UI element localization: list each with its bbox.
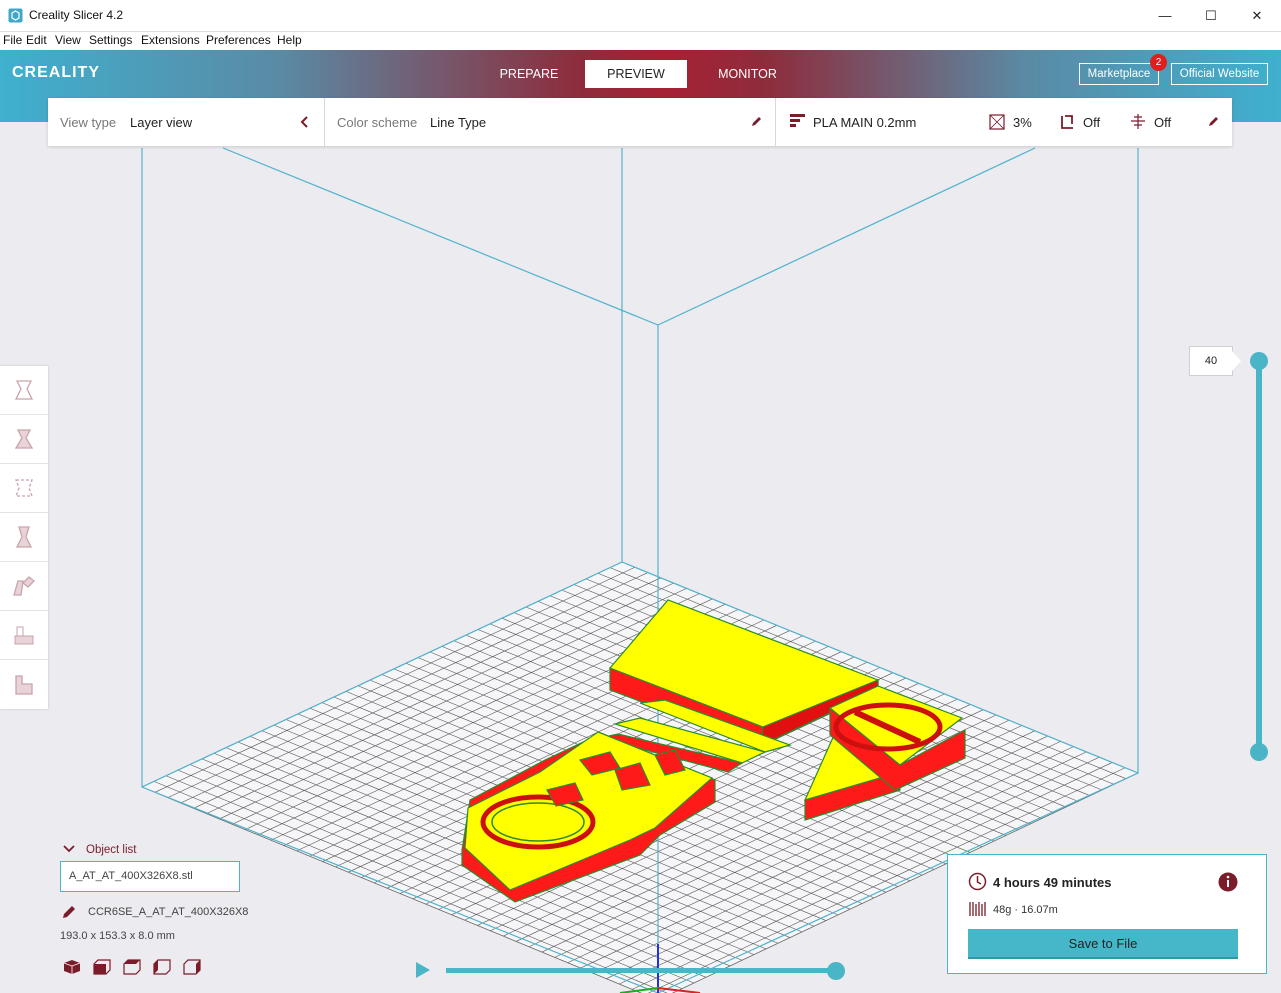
object-dimensions: 193.0 x 153.3 x 8.0 mm xyxy=(60,930,175,942)
divider xyxy=(775,98,776,146)
play-icon[interactable] xyxy=(416,962,430,978)
layer-slider-track[interactable] xyxy=(1256,360,1262,752)
layer-pointer xyxy=(1232,351,1241,371)
print-summary-card: 4 hours 49 minutes 48g · 16.07m Save to … xyxy=(947,854,1267,974)
minimize-icon: — xyxy=(1158,8,1172,23)
creality-logo: CREALITY xyxy=(12,64,100,81)
support-blocker-icon[interactable] xyxy=(0,611,48,660)
infill-value[interactable]: 3% xyxy=(1013,115,1032,130)
menu-edit[interactable]: Edit xyxy=(26,33,47,47)
tab-monitor[interactable]: MONITOR xyxy=(695,60,800,88)
support-icon xyxy=(1061,115,1073,129)
layer-stack-icon[interactable] xyxy=(0,660,48,709)
left-view-icon[interactable] xyxy=(0,464,48,513)
3d-view-icon[interactable] xyxy=(63,959,81,975)
maximize-icon: ☐ xyxy=(1205,7,1217,23)
top-view-icon[interactable] xyxy=(0,415,48,464)
close-icon: ✕ xyxy=(1251,7,1263,23)
path-slider-handle[interactable] xyxy=(827,962,845,980)
support-value[interactable]: Off xyxy=(1083,115,1100,130)
adhesion-icon xyxy=(1131,114,1145,129)
layer-slider-bottom-handle[interactable] xyxy=(1250,743,1268,761)
save-to-file-button[interactable]: Save to File xyxy=(968,929,1238,959)
clock-icon xyxy=(968,872,987,891)
left-camera-icon[interactable] xyxy=(153,959,171,975)
chevron-left-icon[interactable] xyxy=(300,116,310,128)
menu-preferences[interactable]: Preferences xyxy=(206,33,271,47)
filament-icon xyxy=(969,902,986,916)
minimize-button[interactable]: — xyxy=(1142,0,1188,31)
path-slider-track[interactable] xyxy=(446,968,838,973)
object-list-panel: Object list A_AT_AT_400X326X8.stl CCR6SE… xyxy=(60,842,320,982)
pencil-icon[interactable] xyxy=(62,905,76,919)
layer-slider-top-handle[interactable] xyxy=(1250,352,1268,370)
infill-icon xyxy=(989,114,1005,130)
menu-bar: File Edit View Settings Extensions Prefe… xyxy=(0,32,1281,50)
app-icon xyxy=(8,8,23,23)
tab-prepare[interactable]: PREPARE xyxy=(475,60,583,88)
left-tool-column xyxy=(0,366,48,709)
adhesion-value[interactable]: Off xyxy=(1154,115,1171,130)
window-title: Creality Slicer 4.2 xyxy=(29,8,124,22)
view-type-select[interactable]: Layer view xyxy=(130,115,192,130)
front-view-icon[interactable] xyxy=(0,366,48,415)
maximize-button[interactable]: ☐ xyxy=(1188,0,1234,31)
marketplace-button[interactable]: Marketplace xyxy=(1079,63,1159,85)
menu-file[interactable]: File xyxy=(3,33,22,47)
top-camera-icon[interactable] xyxy=(123,959,141,975)
material-usage: 48g · 16.07m xyxy=(993,904,1058,916)
print-profile-selector[interactable]: PLA MAIN 0.2mm xyxy=(813,115,916,130)
view-settings-toolbar: View type Layer view Color scheme Line T… xyxy=(48,98,1232,146)
front-camera-icon[interactable] xyxy=(93,959,111,975)
object-file-entry[interactable]: A_AT_AT_400X326X8.stl xyxy=(60,861,240,892)
job-name[interactable]: CCR6SE_A_AT_AT_400X326X8 xyxy=(88,906,248,918)
pencil-icon[interactable] xyxy=(750,116,762,128)
menu-help[interactable]: Help xyxy=(277,33,302,47)
divider xyxy=(324,98,325,146)
tab-preview[interactable]: PREVIEW xyxy=(585,60,687,88)
object-list-header[interactable]: Object list xyxy=(86,844,137,856)
current-layer-input[interactable]: 40 xyxy=(1189,346,1233,376)
color-scheme-label: Color scheme xyxy=(337,115,418,130)
per-model-settings-icon[interactable] xyxy=(0,562,48,611)
menu-view[interactable]: View xyxy=(55,33,81,47)
official-website-button[interactable]: Official Website xyxy=(1171,63,1268,85)
marketplace-badge: 2 xyxy=(1150,54,1167,71)
print-time: 4 hours 49 minutes xyxy=(993,875,1112,890)
close-button[interactable]: ✕ xyxy=(1234,0,1280,31)
info-icon[interactable] xyxy=(1218,872,1238,892)
color-scheme-select[interactable]: Line Type xyxy=(430,115,486,130)
right-camera-icon[interactable] xyxy=(183,959,201,975)
chevron-down-icon[interactable] xyxy=(63,845,75,853)
profile-icon xyxy=(790,114,805,127)
menu-settings[interactable]: Settings xyxy=(89,33,132,47)
view-type-label: View type xyxy=(60,115,117,130)
title-bar: Creality Slicer 4.2 — ☐ ✕ xyxy=(0,0,1281,32)
pencil-icon[interactable] xyxy=(1207,116,1219,128)
right-view-icon[interactable] xyxy=(0,513,48,562)
menu-extensions[interactable]: Extensions xyxy=(141,33,200,47)
